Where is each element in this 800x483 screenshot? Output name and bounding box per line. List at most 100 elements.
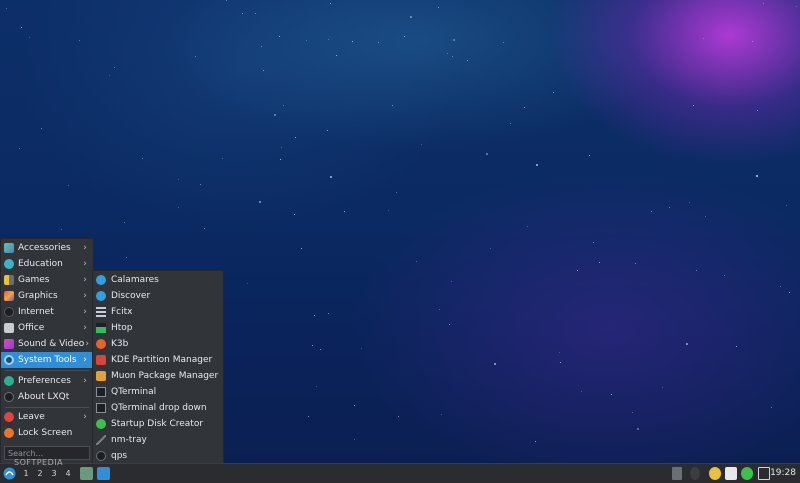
star: [510, 123, 511, 124]
menu-item-office[interactable]: Office ›: [1, 320, 93, 336]
star: [354, 439, 355, 440]
workspace-2[interactable]: 2: [34, 467, 46, 480]
star: [490, 248, 491, 249]
submenu-item-qps[interactable]: qps: [93, 448, 223, 464]
desktop-icon[interactable]: [97, 467, 110, 480]
submenu-item-muon[interactable]: Muon Package Manager: [93, 368, 223, 384]
preferences-icon: [4, 376, 14, 386]
star: [320, 349, 321, 350]
star: [274, 114, 276, 116]
star: [295, 137, 296, 138]
menu-item-games[interactable]: Games ›: [1, 272, 93, 288]
star: [763, 3, 764, 4]
office-icon: [4, 323, 14, 333]
update-notifier-icon[interactable]: [709, 467, 721, 480]
workspace-4[interactable]: 4: [62, 467, 74, 480]
star: [786, 205, 787, 206]
submenu-item-qterminal-dropdown[interactable]: QTerminal drop down: [93, 400, 223, 416]
star: [261, 46, 262, 47]
menu-item-system-tools[interactable]: System Tools ›: [1, 352, 93, 368]
menu-item-education[interactable]: Education ›: [1, 256, 93, 272]
menu-item-leave[interactable]: Leave ›: [1, 409, 93, 425]
star: [328, 313, 329, 314]
clipboard-icon[interactable]: [672, 467, 682, 480]
star: [61, 229, 62, 230]
star: [486, 153, 488, 155]
chevron-right-icon: ›: [83, 376, 87, 386]
star: [396, 192, 397, 193]
chevron-right-icon: ›: [83, 355, 87, 365]
submenu-item-kde-partition-manager[interactable]: KDE Partition Manager: [93, 352, 223, 368]
games-icon: [4, 275, 14, 285]
partition-manager-icon: [96, 355, 106, 365]
star: [553, 92, 554, 93]
star: [21, 27, 22, 28]
star: [330, 3, 331, 4]
star: [453, 39, 455, 41]
submenu-item-startup-disk-creator[interactable]: Startup Disk Creator: [93, 416, 223, 432]
star: [354, 405, 355, 406]
network-icon[interactable]: [690, 467, 700, 480]
menu-item-lock-screen[interactable]: Lock Screen: [1, 425, 93, 441]
graphics-icon: [4, 291, 14, 301]
submenu-item-discover[interactable]: Discover: [93, 288, 223, 304]
star: [312, 345, 313, 346]
star: [336, 55, 337, 56]
star: [109, 75, 110, 76]
menu-item-graphics[interactable]: Graphics ›: [1, 288, 93, 304]
star: [398, 416, 399, 417]
star: [327, 130, 328, 131]
submenu-item-htop[interactable]: Htop: [93, 320, 223, 336]
submenu-item-calamares[interactable]: Calamares: [93, 272, 223, 288]
star: [126, 257, 127, 258]
star: [259, 201, 261, 203]
star: [328, 39, 329, 40]
star: [279, 36, 280, 37]
star: [306, 40, 307, 41]
submenu-item-qterminal[interactable]: QTerminal: [93, 384, 223, 400]
education-icon: [4, 259, 14, 269]
chevron-right-icon: ›: [85, 339, 89, 349]
star: [756, 175, 758, 177]
menu-item-sound-video[interactable]: Sound & Video ›: [1, 336, 93, 352]
menu-item-accessories[interactable]: Accessories ›: [1, 240, 93, 256]
chevron-right-icon: ›: [83, 243, 87, 253]
submenu-item-fcitx[interactable]: Fcitx: [93, 304, 223, 320]
star: [410, 16, 412, 18]
menu-item-about[interactable]: About LXQt: [1, 389, 93, 405]
chevron-right-icon: ›: [83, 259, 87, 269]
submenu-item-k3b[interactable]: K3b: [93, 336, 223, 352]
star: [392, 105, 393, 106]
file-manager-icon[interactable]: [80, 467, 93, 480]
star: [280, 159, 281, 160]
menu-item-internet[interactable]: Internet ›: [1, 304, 93, 320]
star: [378, 42, 379, 43]
workspace-3[interactable]: 3: [48, 467, 60, 480]
star: [796, 6, 797, 7]
star: [635, 263, 636, 264]
star: [693, 105, 694, 106]
star: [632, 412, 633, 413]
start-menu-button[interactable]: [3, 467, 16, 480]
accessories-icon: [4, 243, 14, 253]
star: [669, 207, 670, 208]
star: [308, 416, 309, 417]
screen-icon[interactable]: [758, 467, 770, 480]
star: [780, 286, 781, 287]
discover-icon: [96, 291, 106, 301]
submenu-item-nm-tray[interactable]: nm-tray: [93, 432, 223, 448]
star: [200, 184, 201, 185]
chevron-right-icon: ›: [83, 275, 87, 285]
star: [705, 216, 706, 217]
menu-item-preferences[interactable]: Preferences ›: [1, 373, 93, 389]
about-icon: [4, 392, 14, 402]
chevron-right-icon: ›: [83, 412, 87, 422]
workspace-1[interactable]: 1: [20, 467, 32, 480]
star: [559, 352, 560, 353]
notes-icon[interactable]: [725, 467, 737, 480]
taskbar: SOFTPEDIA 1 2 3 4 19:28: [0, 458, 800, 483]
terminal-icon: [96, 387, 106, 397]
clock[interactable]: 19:28: [770, 467, 796, 480]
lock-icon: [4, 428, 14, 438]
status-icon[interactable]: [741, 467, 753, 480]
